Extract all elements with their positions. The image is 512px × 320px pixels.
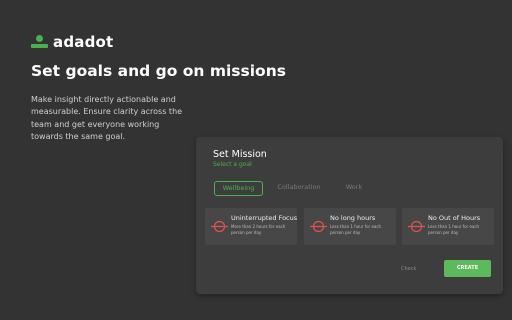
goal-title: No Out of Hours xyxy=(428,214,481,222)
set-mission-card: Set Mission Select a goal Wellbeing Coll… xyxy=(196,137,503,294)
goal-description: Less than 1 hour for each person per day xyxy=(330,224,382,235)
create-button[interactable]: CREATE xyxy=(444,260,491,277)
goal-card-uninterrupted-focus[interactable]: Uninterrupted Focus More than 2 hours fo… xyxy=(205,208,297,245)
tab-wellbeing[interactable]: Wellbeing xyxy=(214,181,263,196)
goal-card-no-out-of-hours[interactable]: No Out of Hours Less than 1 hour for eac… xyxy=(402,208,494,245)
card-subtitle: Select a goal xyxy=(213,161,252,168)
tab-work[interactable]: Work xyxy=(338,181,370,196)
goal-description: Less than 1 hour for each person per day xyxy=(428,224,480,235)
gauge-icon xyxy=(408,220,425,233)
gauge-icon xyxy=(211,220,228,233)
adadot-logo-icon xyxy=(31,34,48,50)
gauge-icon xyxy=(310,220,327,233)
page-headline: Set goals and go on missions xyxy=(31,62,286,80)
goal-title: No long hours xyxy=(330,214,376,222)
tab-collaboration[interactable]: Collaboration xyxy=(273,181,325,196)
card-title: Set Mission xyxy=(213,149,267,160)
goal-title: Uninterrupted Focus xyxy=(231,214,298,222)
goal-description: More than 2 hours for each person per da… xyxy=(231,224,286,235)
brand-name: adadot xyxy=(53,33,114,51)
page-description: Make insight directly actionable and mea… xyxy=(31,95,183,141)
brand-logo: adadot xyxy=(31,33,113,51)
goal-card-no-long-hours[interactable]: No long hours Less than 1 hour for each … xyxy=(304,208,396,245)
check-button[interactable]: Check xyxy=(401,266,416,272)
